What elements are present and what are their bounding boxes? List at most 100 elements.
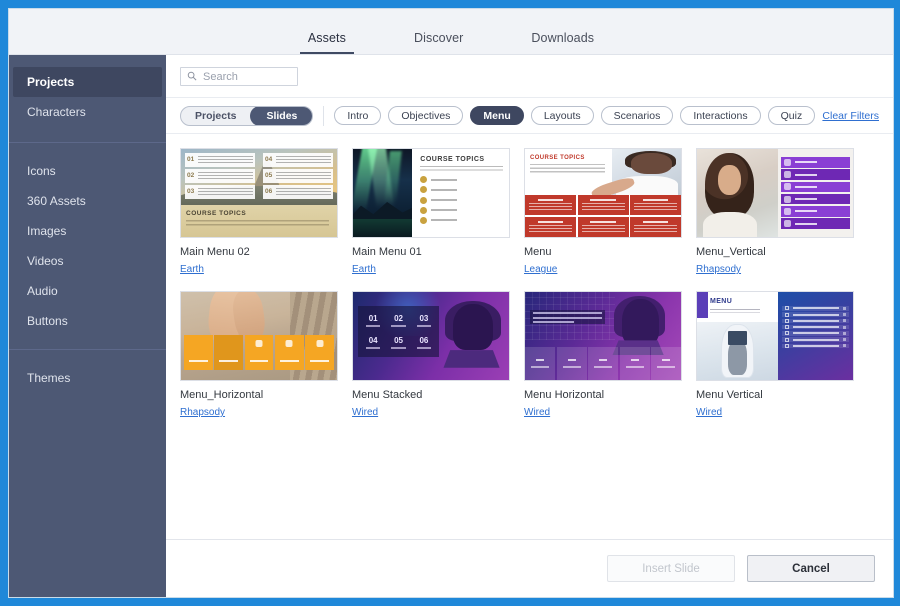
asset-card-theme-link[interactable]: Rhapsody: [696, 264, 741, 275]
toggle-option-slides[interactable]: Slides: [250, 106, 313, 125]
sidebar-item-icons-label: Icons: [27, 164, 56, 178]
asset-card[interactable]: Menu_Vertical Rhapsody: [696, 148, 854, 277]
thumb-number: 03: [419, 313, 429, 323]
dialog-body: Projects Characters Icons 360 Assets Ima…: [9, 55, 893, 597]
asset-card[interactable]: MENU Menu Vertical Wired: [696, 291, 854, 420]
insert-slide-button[interactable]: Insert Slide: [607, 555, 735, 582]
sidebar-item-360-assets[interactable]: 360 Assets: [9, 186, 166, 216]
sidebar-item-characters[interactable]: Characters: [9, 97, 166, 127]
asset-thumbnail-mountain-course-topics[interactable]: 01 04 02 05 03 06 COURSE TOPICS: [180, 148, 338, 238]
filter-chip-interactions[interactable]: Interactions: [680, 106, 761, 125]
toggle-option-projects-label: Projects: [195, 109, 237, 122]
filter-chip-list: Intro Objectives Menu Layouts Scenarios: [334, 106, 816, 125]
asset-card-theme-link[interactable]: Earth: [180, 264, 204, 275]
insert-slide-label: Insert Slide: [642, 562, 700, 575]
thumb-number: 02: [394, 313, 403, 323]
thumb-number: 01: [187, 156, 195, 164]
app-window-frame: Assets Discover Downloads Projects Chara…: [0, 0, 900, 606]
asset-card-title: Main Menu 02: [180, 246, 250, 258]
filter-chip-quiz-label: Quiz: [780, 109, 803, 122]
top-tab-bar: Assets Discover Downloads: [9, 9, 893, 55]
asset-thumbnail-red-tiles-course-topics[interactable]: COURSE TOPICS: [524, 148, 682, 238]
thumb-heading: MENU: [709, 298, 733, 305]
filter-row: Projects Slides Intro Objectives Menu La…: [166, 98, 893, 134]
asset-card-title: Menu Horizontal: [524, 389, 605, 401]
asset-card-title: Menu Stacked: [352, 389, 423, 401]
asset-card-theme-link[interactable]: Rhapsody: [180, 407, 225, 418]
sidebar-item-images-label: Images: [27, 224, 67, 238]
sidebar-item-videos[interactable]: Videos: [9, 246, 166, 276]
tab-downloads[interactable]: Downloads: [497, 31, 628, 54]
asset-card-theme-link[interactable]: Wired: [696, 407, 722, 418]
tab-discover[interactable]: Discover: [380, 31, 497, 54]
filter-chip-layouts-label: Layouts: [543, 109, 581, 122]
sidebar-divider-2: [9, 349, 166, 350]
thumb-number: 04: [368, 335, 378, 345]
sidebar-item-projects[interactable]: Projects: [13, 67, 162, 97]
asset-card-theme-link[interactable]: League: [524, 264, 557, 275]
tab-discover-label: Discover: [413, 31, 464, 45]
thumb-heading: COURSE TOPICS: [186, 210, 247, 218]
sidebar-group-themes: Themes: [9, 363, 166, 393]
thumb-number: 03: [187, 188, 195, 196]
sidebar-item-360-assets-label: 360 Assets: [27, 194, 86, 208]
thumb-number: 04: [265, 156, 273, 164]
filter-chip-objectives[interactable]: Objectives: [388, 106, 464, 125]
content-panel: Search Projects Slides Intro Objectives …: [166, 55, 893, 597]
filter-chip-menu[interactable]: Menu: [470, 106, 524, 125]
thumb-heading: COURSE TOPICS: [420, 156, 485, 163]
asset-card[interactable]: COURSE TOPICS Main Menu 01 Earth: [352, 148, 510, 277]
filter-divider: [323, 105, 325, 126]
toggle-option-projects[interactable]: Projects: [181, 107, 250, 125]
asset-thumbnail-purple-vertical-menu[interactable]: [696, 148, 854, 238]
filter-chip-intro[interactable]: Intro: [334, 106, 382, 125]
asset-card-title: Main Menu 01: [352, 246, 422, 258]
search-icon: [187, 68, 197, 86]
sidebar-item-characters-label: Characters: [27, 105, 86, 119]
sidebar-item-buttons[interactable]: Buttons: [9, 306, 166, 336]
asset-card[interactable]: Menu_Horizontal Rhapsody: [180, 291, 338, 420]
thumb-number: 05: [265, 172, 273, 180]
asset-thumbnail-hacker-horizontal-tiles[interactable]: [524, 291, 682, 381]
asset-thumbnail-blue-menu-list[interactable]: MENU: [696, 291, 854, 381]
asset-card-theme-link[interactable]: Wired: [352, 407, 378, 418]
sidebar-item-audio-label: Audio: [27, 284, 58, 298]
sidebar-item-themes-label: Themes: [27, 371, 71, 385]
thumb-heading: COURSE TOPICS: [530, 155, 585, 161]
sidebar-item-icons[interactable]: Icons: [9, 156, 166, 186]
clear-filters-link[interactable]: Clear Filters: [822, 110, 879, 122]
thumb-number: 05: [394, 335, 403, 345]
sidebar-item-audio[interactable]: Audio: [9, 276, 166, 306]
thumb-number: 06: [265, 188, 273, 196]
filter-chip-quiz[interactable]: Quiz: [767, 106, 816, 125]
dialog-footer: Insert Slide Cancel: [166, 539, 893, 597]
filter-chip-layouts[interactable]: Layouts: [530, 106, 594, 125]
filter-chip-interactions-label: Interactions: [693, 109, 748, 122]
sidebar-item-themes[interactable]: Themes: [9, 363, 166, 393]
asset-card[interactable]: 01 04 02 05 03 06 COURSE TOPICS Main Men…: [180, 148, 338, 277]
asset-thumbnail-beach-orange-tiles[interactable]: [180, 291, 338, 381]
tab-assets[interactable]: Assets: [274, 31, 380, 54]
asset-card[interactable]: Menu Horizontal Wired: [524, 291, 682, 420]
sidebar-item-images[interactable]: Images: [9, 216, 166, 246]
filter-chip-intro-label: Intro: [347, 109, 369, 122]
sidebar-item-buttons-label: Buttons: [27, 314, 68, 328]
asset-card-theme-link[interactable]: Wired: [524, 407, 550, 418]
results-grid: 01 04 02 05 03 06 COURSE TOPICS Main Men…: [180, 148, 879, 420]
search-input[interactable]: Search: [180, 67, 298, 86]
asset-card[interactable]: COURSE TOPICS Menu League: [524, 148, 682, 277]
sidebar-item-projects-label: Projects: [27, 75, 75, 89]
asset-card[interactable]: 01 02 03 04 05 06 Menu Stacked Wired: [352, 291, 510, 420]
sidebar: Projects Characters Icons 360 Assets Ima…: [9, 55, 166, 597]
projects-slides-toggle[interactable]: Projects Slides: [180, 105, 314, 126]
thumb-number: 01: [368, 313, 378, 323]
asset-thumbnail-hacker-number-grid[interactable]: 01 02 03 04 05 06: [352, 291, 510, 381]
asset-thumbnail-aurora-course-topics[interactable]: COURSE TOPICS: [352, 148, 510, 238]
asset-card-title: Menu_Vertical: [696, 246, 766, 258]
sidebar-item-videos-label: Videos: [27, 254, 64, 268]
filter-chip-menu-label: Menu: [483, 109, 511, 122]
filter-chip-scenarios[interactable]: Scenarios: [600, 106, 674, 125]
tab-assets-label: Assets: [307, 31, 346, 45]
asset-card-theme-link[interactable]: Earth: [352, 264, 376, 275]
cancel-button[interactable]: Cancel: [747, 555, 875, 582]
